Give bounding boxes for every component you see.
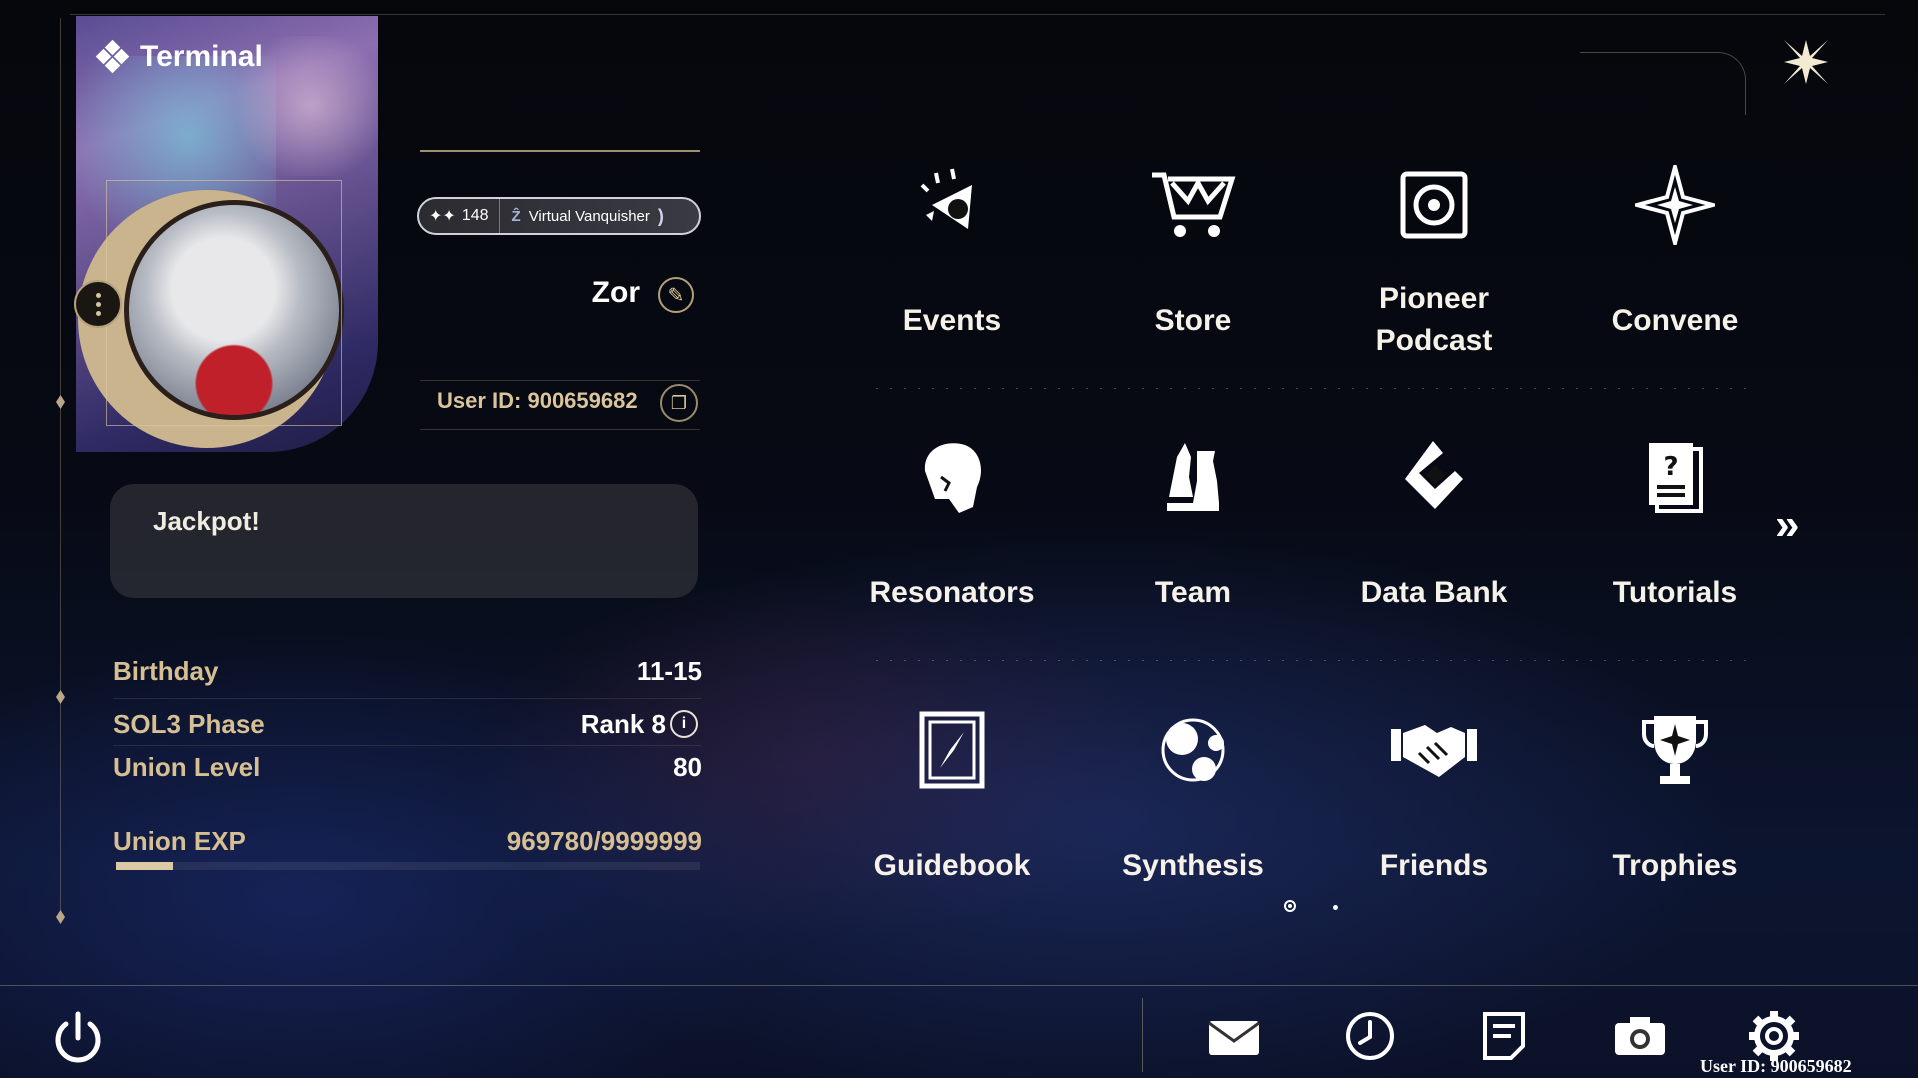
terminal-logo-icon (95, 39, 130, 74)
handshake-icon (1389, 705, 1479, 795)
signature-text: Jackpot! (153, 506, 260, 536)
footer-user-id: User ID: 900659682 (1700, 1056, 1852, 1076)
menu-item-label: Synthesis (1122, 849, 1264, 882)
next-page-button[interactable]: » (1775, 500, 1799, 550)
mail-button[interactable] (1204, 1006, 1264, 1066)
mail-icon (1208, 1021, 1260, 1055)
menu-item-synthesis[interactable]: Synthesis (1073, 705, 1313, 905)
chevron-right-icon: ) (657, 205, 664, 226)
birthday-label: Birthday (113, 656, 219, 686)
union-exp-value: 969780/9999999 (506, 826, 702, 856)
menu-item-label: Tutorials (1612, 576, 1738, 609)
grid-row-separator (876, 660, 1756, 661)
menu-item-label: Events (902, 304, 1002, 337)
profile-divider (420, 150, 700, 152)
title-badge[interactable]: ✦✦ 148 Ẑ Virtual Vanquisher ) (417, 197, 701, 235)
resonator-head-icon (907, 432, 997, 522)
badge-count: ✦✦ 148 (419, 199, 500, 233)
menu-item-label: Friends (1379, 849, 1489, 882)
power-button[interactable] (48, 1008, 108, 1068)
tutorial-doc-icon: ? (1630, 432, 1720, 522)
trophy-icon (1630, 705, 1720, 795)
bottom-divider (0, 985, 1918, 986)
svg-text:?: ? (1663, 452, 1678, 482)
menu-item-team[interactable]: Team (1073, 432, 1313, 632)
convene-star-icon (1630, 160, 1720, 250)
user-id: User ID: 900659682 (437, 388, 638, 413)
menu-item-trophies[interactable]: Trophies (1555, 705, 1795, 905)
menu-item-guidebook[interactable]: Guidebook (832, 705, 1072, 905)
camera-icon (1615, 1017, 1665, 1055)
clock-icon (1346, 1012, 1394, 1060)
sol3-label: SOL3 Phase (113, 709, 265, 739)
player-name: Zor (591, 276, 640, 309)
menu-item-friends[interactable]: Friends (1314, 705, 1554, 905)
hourglass-icon: Ẑ (511, 207, 521, 225)
podcast-icon (1389, 160, 1479, 250)
menu-item-label: Team (1154, 576, 1232, 609)
gear-icon (1749, 1011, 1799, 1061)
row-divider (113, 745, 701, 746)
signature-box[interactable] (110, 484, 698, 598)
power-icon (55, 1011, 101, 1063)
page-indicator[interactable] (1333, 905, 1338, 910)
menu-item-pioneer-podcast[interactable]: Pioneer Podcast (1314, 160, 1554, 360)
menu-item-label: Store (1154, 304, 1232, 337)
events-icon (907, 160, 997, 250)
menu-item-events[interactable]: Events (832, 160, 1072, 360)
synthesis-icon (1148, 705, 1238, 795)
edit-name-button[interactable]: ✎ (658, 277, 694, 313)
union-exp-track (116, 862, 700, 870)
union-level-label: Union Level (113, 752, 261, 782)
double-chevron-right-icon: » (1775, 500, 1800, 549)
menu-item-data-bank[interactable]: Data Bank (1314, 432, 1554, 632)
grid-row-separator (876, 388, 1756, 389)
terminal-header: Terminal (95, 39, 263, 74)
copy-id-button[interactable]: ❐ (660, 384, 698, 422)
birthday-value: 11-15 (636, 656, 702, 686)
guidebook-icon (907, 705, 997, 795)
union-exp-fill (116, 862, 173, 870)
menu-item-label: Trophies (1612, 849, 1738, 882)
data-bank-icon (1389, 432, 1479, 522)
close-button[interactable] (1780, 36, 1832, 88)
chess-team-icon (1148, 432, 1238, 522)
menu-item-label: Convene (1611, 304, 1739, 337)
menu-item-label: Pioneer Podcast (1375, 282, 1493, 357)
sol3-value: Rank 8 (580, 709, 666, 739)
menu-item-resonators[interactable]: Resonators (832, 432, 1072, 632)
union-level-value: 80 (673, 752, 702, 782)
page-title: Terminal (140, 40, 263, 73)
sol3-info-button[interactable]: i (670, 710, 698, 738)
sparkle-icon: ✦✦ (429, 208, 456, 225)
copy-icon: ❐ (670, 392, 688, 413)
store-cart-icon (1148, 160, 1238, 250)
menu-item-label: Guidebook (873, 849, 1031, 882)
frame-left-line (60, 18, 61, 923)
info-icon: i (681, 715, 687, 732)
close-icon (1784, 40, 1828, 84)
menu-item-tutorials[interactable]: ? Tutorials (1555, 432, 1795, 632)
bottom-separator (1142, 998, 1143, 1072)
notes-icon (1483, 1012, 1525, 1060)
menu-item-label: Data Bank (1360, 576, 1508, 609)
pencil-icon: ✎ (667, 284, 685, 307)
row-divider (113, 698, 701, 699)
menu-item-convene[interactable]: Convene (1555, 160, 1795, 360)
badge-title: Ẑ Virtual Vanquisher ) (511, 205, 664, 226)
more-options-button[interactable] (74, 280, 122, 328)
avatar-frame (106, 180, 342, 426)
menu-item-store[interactable]: Store (1073, 160, 1313, 360)
frame-top-line (70, 14, 1885, 15)
page-indicator-active[interactable] (1284, 900, 1296, 912)
union-exp-label: Union EXP (113, 826, 246, 856)
frame-curve (1580, 52, 1746, 115)
camera-button[interactable] (1610, 1006, 1670, 1066)
menu-item-label: Resonators (869, 576, 1035, 609)
notes-button[interactable] (1474, 1006, 1534, 1066)
clock-button[interactable] (1340, 1006, 1400, 1066)
